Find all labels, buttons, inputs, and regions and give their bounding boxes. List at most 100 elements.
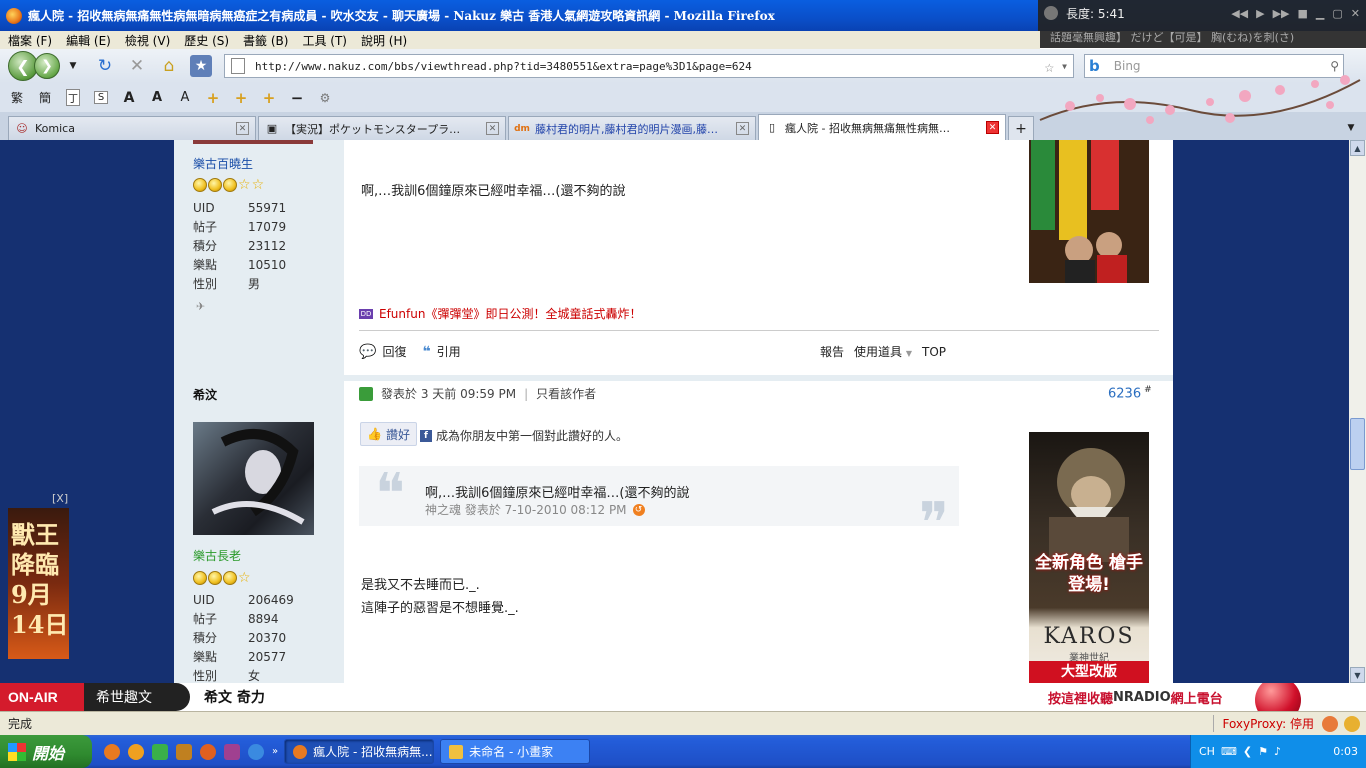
facebook-like-button[interactable]: 👍 讚好: [360, 422, 417, 446]
taskbar-item-firefox[interactable]: 瘋人院 - 招收無病無...: [284, 739, 435, 764]
radio-bar[interactable]: ON-AIR 希世趣文 希文 奇力 按這裡收聽 NRADIO 網上電台: [0, 683, 1366, 711]
minimize-icon[interactable]: ▁: [1316, 7, 1324, 20]
post1-ad-banner[interactable]: [1029, 140, 1149, 283]
ime-indicator[interactable]: CH: [1199, 745, 1215, 758]
play-icon[interactable]: ▶: [1256, 7, 1264, 20]
scroll-thumb[interactable]: [1350, 418, 1365, 470]
tools-button[interactable]: 使用道具 ▼: [854, 343, 912, 360]
bookmark-page-icon[interactable]: ☆: [1045, 57, 1055, 76]
menu-history[interactable]: 歷史 (S): [184, 32, 229, 49]
facebook-like-text: f 成為你朋友中第一個對此讚好的人。: [420, 427, 628, 444]
volume-icon[interactable]: ♪: [1274, 745, 1281, 758]
tab-list-button[interactable]: ▼: [1342, 116, 1360, 140]
scroll-down-icon[interactable]: ▼: [1350, 667, 1365, 683]
addon2-icon[interactable]: [1344, 715, 1360, 732]
reply-icon[interactable]: 💬: [359, 344, 376, 360]
stop-load-icon[interactable]: ✕: [126, 55, 148, 77]
post-separator: [344, 375, 1173, 381]
settings-icon[interactable]: ⚙: [318, 91, 332, 105]
quick-launch-more-icon[interactable]: »: [272, 746, 278, 757]
add-t-button[interactable]: +: [234, 89, 248, 107]
menu-tools[interactable]: 工具 (T): [302, 32, 347, 49]
reply-button[interactable]: 回復: [382, 343, 406, 360]
tab-madhouse[interactable]: ▯ 瘋人院 - 招收無病無痛無性病無… ✕: [758, 114, 1006, 140]
menu-file[interactable]: 檔案 (F): [8, 32, 52, 49]
tab-komica[interactable]: ☺ Komica ✕: [8, 116, 256, 140]
warrior-ad-image: [1049, 448, 1129, 562]
tab-fujimura[interactable]: dm 藤村君的明片,藤村君的明片漫画,藤… ✕: [508, 116, 756, 140]
traditional-button[interactable]: 繁: [10, 89, 24, 106]
floor-number[interactable]: 6236 #: [1108, 385, 1152, 401]
bookmark-star-icon[interactable]: ★: [190, 55, 212, 77]
scroll-up-icon[interactable]: ▲: [1350, 140, 1365, 156]
next-icon[interactable]: ▶▶: [1273, 7, 1290, 20]
post1-text-ad[interactable]: DD Efunfun《彈彈堂》即日公測！全城童話式轟炸！: [359, 305, 641, 322]
bing-icon[interactable]: b: [1089, 57, 1100, 75]
menu-help[interactable]: 說明 (H): [361, 32, 407, 49]
report-button[interactable]: 報告: [820, 343, 844, 360]
convert2-icon[interactable]: S: [94, 91, 108, 104]
radio-logo-icon[interactable]: [1255, 683, 1301, 711]
search-box[interactable]: b Bing ⚲: [1084, 54, 1344, 78]
simplified-button[interactable]: 簡: [38, 89, 52, 106]
menu-view[interactable]: 檢視 (V): [125, 32, 170, 49]
avatar[interactable]: [193, 422, 314, 535]
search-icon[interactable]: ⚲: [1330, 59, 1339, 73]
goto-post-icon[interactable]: ↺: [632, 503, 645, 516]
home-icon[interactable]: ⌂: [158, 55, 180, 77]
only-author-link[interactable]: 只看該作者: [536, 385, 596, 402]
taskbar-item-paint[interactable]: 未命名 - 小畫家: [440, 739, 591, 764]
float-ad-close-button[interactable]: [X]: [52, 492, 68, 505]
convert-icon[interactable]: 丁: [66, 89, 80, 106]
font-reset-button[interactable]: A: [178, 90, 192, 105]
menu-bookmarks[interactable]: 書籤 (B): [243, 32, 288, 49]
author-name[interactable]: 希汶: [193, 386, 217, 403]
remove-button[interactable]: −: [290, 89, 304, 107]
windows-logo-icon: [8, 742, 26, 761]
float-ad[interactable]: 獸王降臨 9月14日: [8, 508, 69, 659]
ad-link-text[interactable]: Efunfun《彈彈堂》即日公測！全城童話式轟炸！: [379, 305, 641, 322]
add-s-button[interactable]: +: [262, 89, 276, 107]
tab-close-icon[interactable]: ✕: [486, 122, 499, 135]
tab-label: 瘋人院 - 招收無病無痛無性病無…: [785, 121, 950, 135]
app-quick-icon[interactable]: [128, 743, 144, 760]
tab-close-icon[interactable]: ✕: [986, 121, 999, 134]
new-tab-button[interactable]: +: [1008, 116, 1034, 140]
quote-icon[interactable]: ❝: [422, 344, 430, 360]
dropdown-icon[interactable]: ▼: [62, 55, 84, 77]
font-larger-button[interactable]: A: [122, 90, 136, 106]
music-player[interactable]: 長度: 5:41 ◀◀ ▶ ▶▶ ■ ▁ ▢ ✕ 話題毫無興趣】 だけど【可是】…: [1038, 0, 1366, 48]
tab-close-icon[interactable]: ✕: [736, 122, 749, 135]
url-dropdown-icon[interactable]: ▼: [1062, 62, 1067, 71]
karos-ad-banner[interactable]: 全新角色 槍手登場! KAROS 業神世紀 大型改版: [1029, 432, 1149, 683]
close-icon[interactable]: ✕: [1351, 7, 1360, 20]
menu-edit[interactable]: 編輯 (E): [66, 32, 111, 49]
reload-icon[interactable]: ↻: [94, 55, 116, 77]
keyboard-icon[interactable]: ⌨: [1221, 745, 1237, 758]
tray-expand-icon[interactable]: ❮: [1243, 745, 1252, 758]
player-quick-icon[interactable]: [200, 743, 216, 760]
forward-button[interactable]: ❯: [34, 53, 60, 79]
prev-icon[interactable]: ◀◀: [1231, 7, 1248, 20]
vertical-scrollbar[interactable]: ▲ ▼: [1349, 140, 1366, 683]
start-button[interactable]: 開始: [0, 735, 92, 768]
quote-button[interactable]: 引用: [437, 343, 461, 360]
tool-quick-icon[interactable]: [176, 743, 192, 760]
messenger-quick-icon[interactable]: [152, 743, 168, 760]
restore-icon[interactable]: ▢: [1332, 7, 1342, 20]
tab-pokemon[interactable]: ▣ 【実況】ポケットモンスタープラ… ✕: [258, 116, 506, 140]
font-smaller-button[interactable]: A: [150, 90, 164, 105]
tab-close-icon[interactable]: ✕: [236, 122, 249, 135]
ie-quick-icon[interactable]: [248, 743, 264, 760]
addon-icon[interactable]: [1322, 715, 1338, 732]
firefox-quick-icon[interactable]: [104, 743, 120, 760]
url-bar[interactable]: http://www.nakuz.com/bbs/viewthread.php?…: [224, 54, 1074, 78]
radio-promo[interactable]: 按這裡收聽 NRADIO 網上電台: [1048, 683, 1223, 711]
top-button[interactable]: TOP: [922, 345, 946, 359]
author-rank[interactable]: 樂古百曉生: [193, 155, 253, 172]
add-button[interactable]: +: [206, 89, 220, 107]
archive-quick-icon[interactable]: [224, 743, 240, 760]
stop-icon[interactable]: ■: [1298, 7, 1308, 20]
foxyproxy-status[interactable]: FoxyProxy: 停用: [1213, 715, 1314, 732]
network-icon[interactable]: ⚑: [1258, 745, 1268, 758]
